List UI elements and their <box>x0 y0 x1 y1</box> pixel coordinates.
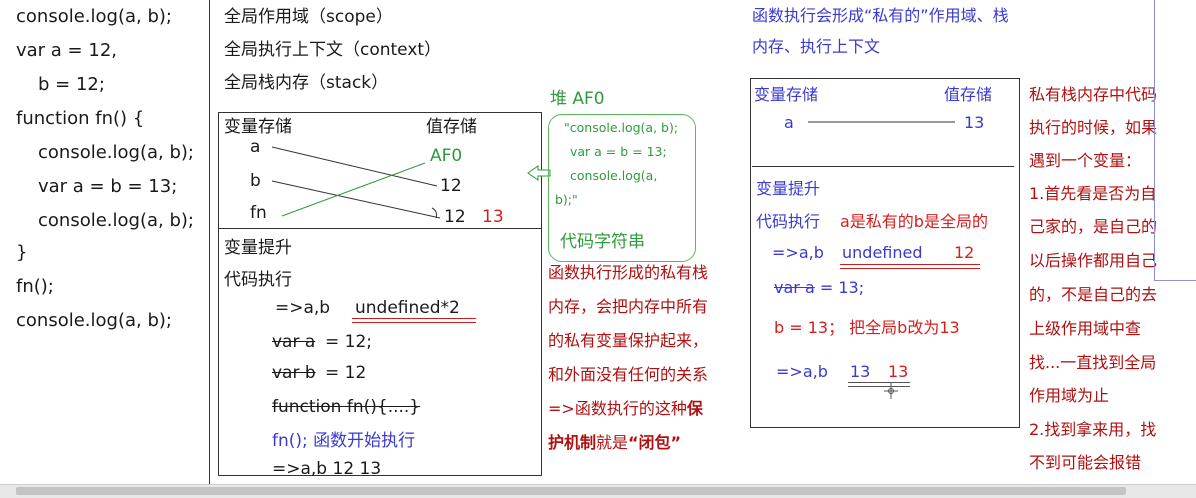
global-exec-line1-value: undefined*2 <box>355 298 460 318</box>
horizontal-scrollbar[interactable] <box>0 484 1196 498</box>
global-exec-label: 代码执行 <box>224 270 292 290</box>
closure-note-line: 的私有变量保护起来， <box>548 331 709 350</box>
underline <box>352 318 476 319</box>
heap-code-line: var a = b = 13; <box>570 144 667 159</box>
private-exec-line1-undefined: undefined <box>842 243 923 262</box>
note-line: 以后操作都用自己 <box>1029 251 1158 270</box>
fn-exec-heading: 内存、执行上下文 <box>752 37 881 56</box>
private-value-13: 13 <box>964 113 985 132</box>
closure-note-line: =>函数执行的这种保 <box>548 399 703 418</box>
note-line: 执行的时候，如果 <box>1029 118 1158 137</box>
global-exec-line3-kw: var b <box>272 363 316 383</box>
private-exec-line1-12: 12 <box>954 243 975 262</box>
note-line: 遇到一个变量： <box>1029 151 1142 170</box>
note-line: 2.找到拿来用，找 <box>1029 420 1157 439</box>
heap-code-line: "console.log(a, b); <box>564 120 679 135</box>
scroll-left-icon[interactable] <box>2 487 10 495</box>
global-exec-line3-rest: = 12 <box>325 363 367 383</box>
private-exec-note: a是私有的b是全局的 <box>840 212 988 231</box>
note-line: 己家的，是自己的 <box>1029 217 1158 236</box>
underline <box>840 264 980 265</box>
scrollbar-thumb[interactable] <box>16 487 1126 495</box>
global-exec-line6: =>a,b 12 13 <box>272 459 382 479</box>
guide-line <box>1154 280 1196 281</box>
guide-line <box>1154 0 1155 280</box>
closure-note-line: 内存，会把内存中所有 <box>548 297 709 316</box>
private-box-divider <box>752 166 1014 167</box>
private-exec-line1-arrow: =>a,b <box>772 243 824 262</box>
private-hoist-label: 变量提升 <box>756 179 821 198</box>
private-exec-line3: b = 13； 把全局b改为13 <box>774 318 960 337</box>
underline <box>848 386 910 387</box>
global-exec-line2-kw: var a <box>272 332 316 352</box>
heap-code-string-label: 代码字符串 <box>560 232 645 252</box>
private-exec-line4-v1: 13 <box>850 362 871 381</box>
heap-title: 堆 AF0 <box>550 89 605 109</box>
note-line: 1.首先看是否为自 <box>1029 184 1157 203</box>
private-var-a: a <box>784 113 794 132</box>
closure-note-line: 和外面没有任何的关系 <box>548 365 709 384</box>
fn-exec-heading: 函数执行会形成“私有的”作用域、栈 <box>752 6 1009 25</box>
heap-code-line: b);" <box>555 192 578 207</box>
closure-note-line: 函数执行形成的私有栈 <box>548 263 709 282</box>
note-line: 的，不是自己的去 <box>1029 285 1158 304</box>
underline <box>840 268 980 269</box>
private-val-store-label: 值存储 <box>944 85 993 104</box>
underline <box>352 322 476 323</box>
private-exec-line4-v2: 13 <box>888 362 909 381</box>
global-exec-line4: function fn(){....} <box>272 397 421 417</box>
note-line: 作用域为止 <box>1029 386 1110 405</box>
global-exec-line1-arrow: =>a,b <box>275 298 331 318</box>
note-line: 私有栈内存中代码 <box>1029 85 1158 104</box>
note-line: 不到可能会报错 <box>1029 453 1142 472</box>
global-exec-line2-rest: = 12; <box>325 332 373 352</box>
closure-note-line: 护机制就是“闭包” <box>548 433 682 452</box>
global-exec-line5: fn(); 函数开始执行 <box>272 431 416 451</box>
heap-code-line: console.log(a, <box>570 168 658 183</box>
private-exec-label: 代码执行 <box>756 212 821 231</box>
private-exec-line2: var a = 13; <box>774 278 865 297</box>
underline <box>848 382 910 383</box>
note-line: 找...一直找到全局 <box>1029 353 1157 372</box>
note-line: 上级作用域中查 <box>1029 319 1142 338</box>
global-hoist-label: 变量提升 <box>224 238 292 258</box>
private-var-store-label: 变量存储 <box>754 85 819 104</box>
private-exec-line4-arrow: =>a,b <box>776 362 828 381</box>
